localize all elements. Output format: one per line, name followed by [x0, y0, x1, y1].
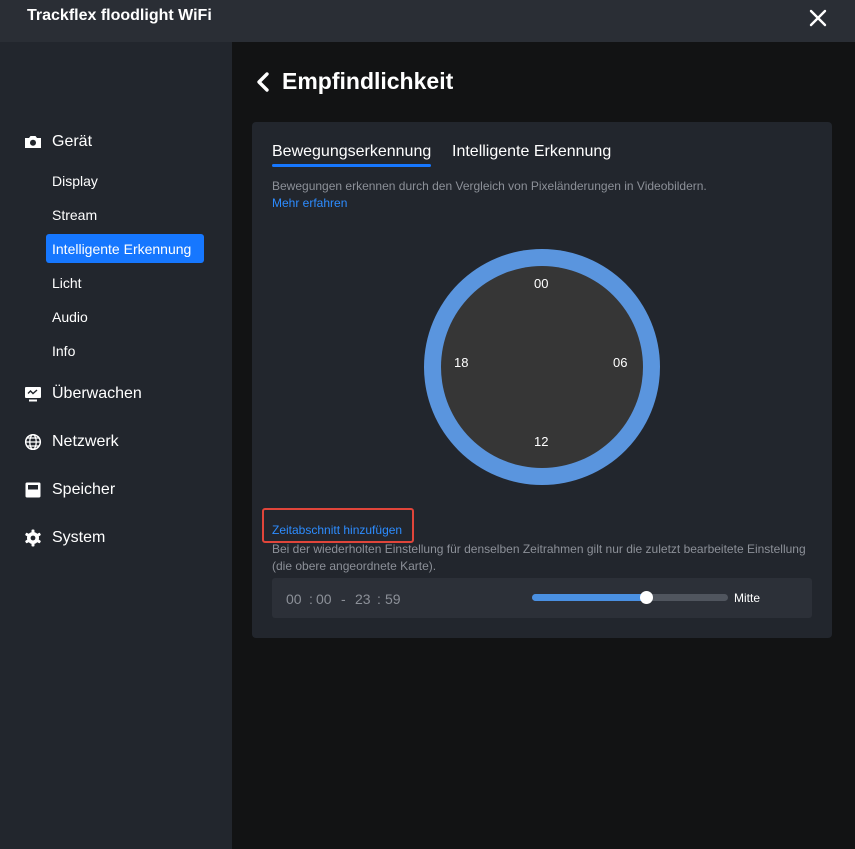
- start-hour-input[interactable]: 00: [286, 591, 302, 607]
- add-period-link[interactable]: Zeitabschnitt hinzufügen: [272, 523, 402, 537]
- sidebar-item-stream[interactable]: Stream: [46, 200, 204, 229]
- sidebar-group-label: Überwachen: [52, 385, 142, 402]
- close-button[interactable]: [806, 6, 830, 30]
- sidebar-group-ueberwachen[interactable]: Überwachen: [24, 382, 142, 406]
- back-icon[interactable]: [254, 70, 272, 94]
- sidebar-group-label: Gerät: [52, 133, 93, 150]
- clock-label-00: 00: [534, 276, 549, 291]
- title-bar: Trackflex floodlight WiFi: [0, 0, 855, 42]
- end-minute-input[interactable]: 59: [385, 591, 401, 607]
- sidebar-group-label: Netzwerk: [52, 433, 119, 450]
- page-header: Empfindlichkeit: [254, 68, 453, 95]
- sidebar-item-display[interactable]: Display: [46, 166, 204, 195]
- sidebar-item-label: Info: [52, 342, 76, 359]
- sidebar-item-label: Stream: [52, 206, 98, 223]
- active-tab-indicator: [272, 164, 431, 167]
- sidebar-item-audio[interactable]: Audio: [46, 302, 204, 331]
- close-icon: [809, 9, 827, 27]
- tab-intelligente-erkennung[interactable]: Intelligente Erkennung: [452, 143, 611, 161]
- sidebar-item-info[interactable]: Info: [46, 336, 204, 365]
- clock-label-12: 12: [534, 434, 549, 449]
- overlap-note: Bei der wiederholten Einstellung für den…: [272, 542, 806, 573]
- monitor-icon: [25, 387, 41, 402]
- storage-icon: [25, 482, 41, 498]
- sensitivity-slider[interactable]: [532, 591, 728, 604]
- time-range-separator: -: [341, 591, 346, 607]
- sidebar-group-netzwerk[interactable]: Netzwerk: [24, 430, 119, 454]
- clock-label-18: 18: [454, 355, 469, 370]
- gear-icon: [25, 529, 41, 547]
- globe-icon: [24, 433, 42, 451]
- app-title: Trackflex floodlight WiFi: [27, 7, 212, 24]
- clock-label-06: 06: [613, 355, 628, 370]
- sidebar-item-label: Display: [52, 172, 98, 189]
- sidebar-item-licht[interactable]: Licht: [46, 268, 204, 297]
- sidebar-group-system[interactable]: System: [24, 526, 105, 550]
- tab-bewegungserkennung[interactable]: Bewegungserkennung: [272, 143, 431, 161]
- main-content: Empfindlichkeit Bewegungserkennung Intel…: [232, 42, 855, 849]
- sidebar: Gerät Display Stream Intelligente Erkenn…: [0, 42, 232, 849]
- sidebar-group-label: System: [52, 529, 106, 546]
- start-minute-input[interactable]: 00: [316, 591, 332, 607]
- learn-more-link[interactable]: Mehr erfahren: [272, 196, 347, 210]
- motion-detection-card: Bewegungserkennung Intelligente Erkennun…: [252, 122, 832, 638]
- sidebar-group-label: Speicher: [52, 481, 116, 498]
- sidebar-item-label: Licht: [52, 274, 82, 291]
- end-hour-input[interactable]: 23: [355, 591, 371, 607]
- sidebar-item-intelligente-erkennung[interactable]: Intelligente Erkennung: [46, 234, 204, 263]
- sensitivity-slider-thumb[interactable]: [639, 591, 653, 604]
- sensitivity-value-label: Mitte: [734, 591, 761, 605]
- time-colon: :: [377, 591, 381, 607]
- sidebar-item-label: Audio: [52, 308, 88, 325]
- description-text: Bewegungen erkennen durch den Vergleich …: [272, 179, 707, 193]
- sidebar-item-label: Intelligente Erkennung: [52, 240, 192, 257]
- page-title: Empfindlichkeit: [282, 68, 454, 94]
- schedule-clock[interactable]: 00 06 12 18: [424, 249, 660, 485]
- sidebar-group-geraet[interactable]: Gerät: [24, 130, 92, 154]
- time-colon: :: [309, 591, 313, 607]
- time-period-row: 00 : 00 - 23 : 59 Mitte: [272, 578, 812, 618]
- sensitivity-slider-fill: [532, 594, 646, 601]
- sidebar-group-speicher[interactable]: Speicher: [24, 478, 115, 502]
- camera-icon: [25, 136, 41, 148]
